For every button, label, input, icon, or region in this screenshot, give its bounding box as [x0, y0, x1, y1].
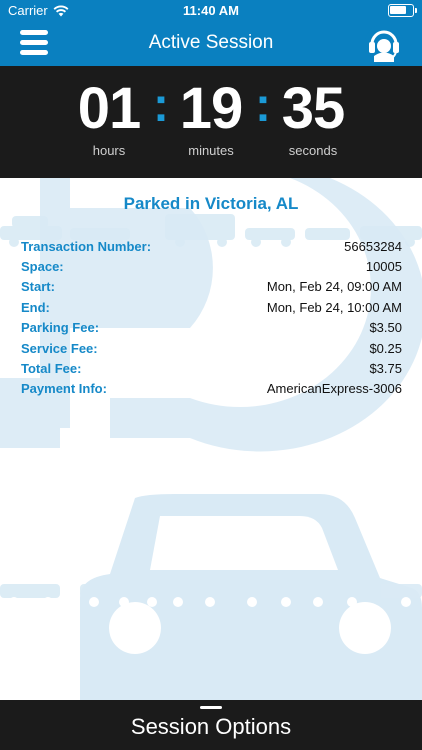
table-row: Transaction Number: 56653284 — [21, 236, 402, 256]
row-value: Mon, Feb 24, 10:00 AM — [266, 299, 402, 315]
transaction-table: Transaction Number: 56653284 Space: 1000… — [21, 236, 402, 399]
row-value: $3.50 — [369, 320, 402, 336]
timer-separator: : — [255, 78, 271, 132]
seconds-label: seconds — [288, 143, 338, 158]
session-details: Parked in Victoria, AL Transaction Numbe… — [0, 178, 422, 396]
table-row: Total Fee: $3.75 — [21, 358, 402, 378]
row-value: 56653284 — [344, 238, 402, 254]
battery-level — [390, 6, 406, 14]
row-label: Parking Fee: — [21, 320, 100, 336]
status-bar: Carrier 11:40 AM — [0, 0, 422, 22]
row-label: Space: — [21, 259, 64, 275]
table-row: Service Fee: $0.25 — [21, 338, 402, 358]
row-label: Payment Info: — [21, 381, 107, 397]
parked-location: Parked in Victoria, AL — [123, 194, 299, 213]
row-value: AmericanExpress-3006 — [266, 381, 402, 397]
session-timer: 01 : 19 : 35 hours minutes seconds — [0, 66, 422, 178]
session-options-button[interactable]: Session Options — [0, 700, 422, 750]
page-title: Active Session — [148, 32, 274, 53]
row-label: Total Fee: — [21, 361, 82, 377]
table-row: Parking Fee: $3.50 — [21, 318, 402, 338]
row-label: Service Fee: — [21, 340, 98, 356]
row-label: Start: — [21, 279, 55, 295]
row-label: Transaction Number: — [21, 238, 152, 254]
session-options-label: Session Options — [130, 714, 292, 739]
row-value: 10005 — [365, 259, 402, 275]
timer-separator: : — [153, 78, 169, 132]
navigation-bar: Active Session — [0, 22, 422, 66]
table-row: Space: 10005 — [21, 256, 402, 276]
timer-seconds: 35 — [281, 75, 346, 141]
row-value: $0.25 — [369, 340, 402, 356]
timer-hours: 01 — [77, 75, 142, 141]
headset-icon[interactable] — [364, 22, 404, 64]
drag-handle[interactable] — [200, 706, 222, 709]
battery-icon — [388, 4, 417, 17]
table-row: Start: Mon, Feb 24, 09:00 AM — [21, 277, 402, 297]
minutes-label: minutes — [188, 143, 234, 158]
hours-label: hours — [92, 143, 126, 158]
timer-digits: 01 : 19 : 35 — [0, 75, 422, 141]
status-time: 11:40 AM — [183, 3, 239, 18]
header: Carrier 11:40 AM Active Session — [0, 0, 422, 66]
row-label: End: — [21, 299, 50, 315]
timer-minutes: 19 — [179, 75, 244, 141]
table-row: End: Mon, Feb 24, 10:00 AM — [21, 297, 402, 317]
row-value: $3.75 — [369, 361, 402, 377]
timer-labels: hours minutes seconds — [0, 143, 422, 158]
table-row: Payment Info: AmericanExpress-3006 — [21, 379, 402, 399]
row-value: Mon, Feb 24, 09:00 AM — [266, 279, 402, 295]
